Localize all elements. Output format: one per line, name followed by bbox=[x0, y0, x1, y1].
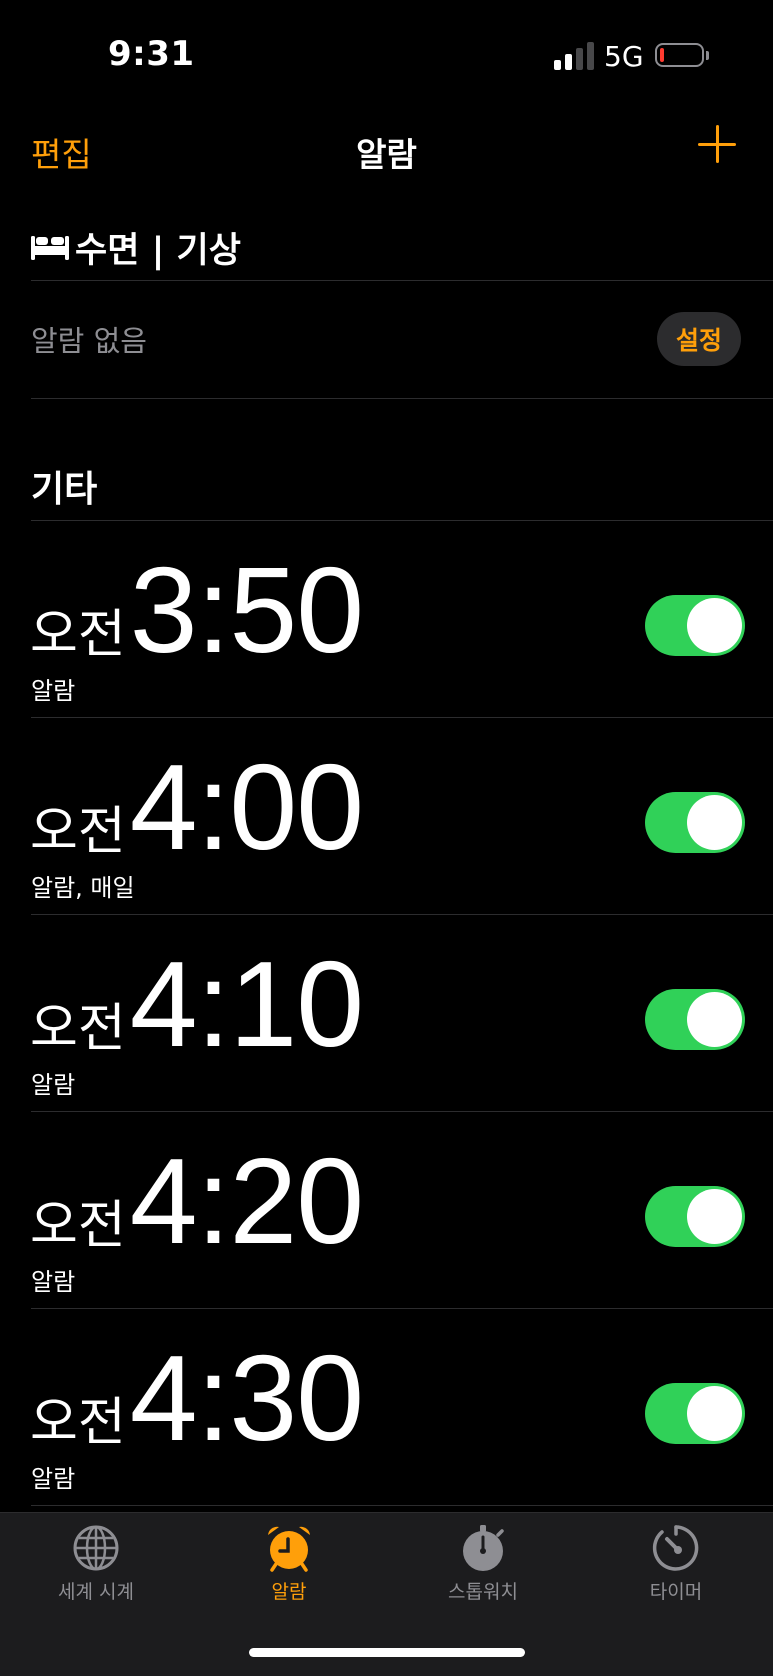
sleep-section-header: 수면 | 기상 bbox=[31, 222, 241, 272]
alarm-clock-icon bbox=[268, 1526, 310, 1572]
bed-icon bbox=[31, 236, 69, 260]
alarm-row[interactable]: 오전 4:20 알람 bbox=[0, 1112, 773, 1309]
status-time: 9:31 bbox=[108, 34, 195, 74]
alarm-label: 알람 bbox=[31, 677, 76, 705]
page-title: 알람 bbox=[356, 135, 417, 174]
timer-icon bbox=[652, 1525, 699, 1571]
alarm-label: 알람 bbox=[31, 1071, 76, 1099]
alarm-time: 오전 3:50 bbox=[30, 542, 364, 678]
stopwatch-icon bbox=[463, 1525, 504, 1571]
alarm-toggle[interactable] bbox=[645, 792, 745, 853]
tab-alarm[interactable]: 알람 bbox=[209, 1523, 369, 1604]
battery-icon bbox=[655, 43, 704, 67]
battery-nub bbox=[706, 51, 709, 60]
network-type: 5G bbox=[604, 40, 644, 73]
divider bbox=[31, 1505, 773, 1506]
toggle-knob bbox=[687, 598, 742, 653]
toggle-knob bbox=[687, 1386, 742, 1441]
tab-label: 알람 bbox=[271, 1581, 307, 1603]
alarm-row[interactable]: 오전 4:00 알람, 매일 bbox=[0, 718, 773, 915]
status-bar: 9:31 5G bbox=[0, 0, 773, 110]
plus-icon[interactable] bbox=[698, 125, 738, 165]
alarm-time: 오전 4:00 bbox=[30, 739, 364, 875]
alarm-clock-time: 4:30 bbox=[129, 1330, 364, 1466]
alarm-toggle[interactable] bbox=[645, 595, 745, 656]
toggle-knob bbox=[687, 992, 742, 1047]
alarm-ampm: 오전 bbox=[30, 605, 126, 665]
divider bbox=[31, 280, 773, 281]
alarm-clock-time: 4:10 bbox=[129, 936, 364, 1072]
alarm-clock-time: 4:00 bbox=[129, 739, 364, 875]
edit-button[interactable]: 편집 bbox=[31, 128, 92, 176]
alarm-toggle[interactable] bbox=[645, 1186, 745, 1247]
tab-world-clock[interactable]: 세계 시계 bbox=[16, 1523, 176, 1604]
globe-icon bbox=[73, 1525, 119, 1571]
tab-stopwatch[interactable]: 스톱워치 bbox=[403, 1523, 563, 1604]
alarm-toggle[interactable] bbox=[645, 989, 745, 1050]
alarm-row[interactable]: 오전 4:30 알람 bbox=[0, 1309, 773, 1506]
alarm-ampm: 오전 bbox=[30, 999, 126, 1059]
no-alarm-text: 알람 없음 bbox=[31, 324, 147, 358]
other-section-title: 기타 bbox=[31, 469, 98, 510]
toggle-knob bbox=[687, 795, 742, 850]
alarm-label: 알람 bbox=[31, 1268, 76, 1296]
battery-level bbox=[660, 48, 664, 62]
tab-label: 타이머 bbox=[649, 1581, 703, 1603]
alarm-time: 오전 4:10 bbox=[30, 936, 364, 1072]
alarm-row[interactable]: 오전 4:10 알람 bbox=[0, 915, 773, 1112]
alarm-ampm: 오전 bbox=[30, 802, 126, 862]
setup-button[interactable]: 설정 bbox=[657, 312, 741, 366]
divider bbox=[31, 398, 773, 399]
cellular-signal-icon bbox=[554, 42, 594, 70]
alarm-clock-time: 3:50 bbox=[129, 542, 364, 678]
tab-timer[interactable]: 타이머 bbox=[596, 1523, 756, 1604]
tab-label: 스톱워치 bbox=[448, 1581, 518, 1603]
sleep-section-title: 수면 | 기상 bbox=[75, 230, 241, 271]
alarm-toggle[interactable] bbox=[645, 1383, 745, 1444]
alarm-clock-time: 4:20 bbox=[129, 1133, 364, 1269]
alarm-time: 오전 4:20 bbox=[30, 1133, 364, 1269]
toggle-knob bbox=[687, 1189, 742, 1244]
alarm-label: 알람 bbox=[31, 1465, 76, 1493]
alarm-ampm: 오전 bbox=[30, 1393, 126, 1453]
alarm-label: 알람, 매일 bbox=[31, 874, 135, 902]
navigation-bar: 알람 편집 bbox=[0, 110, 773, 190]
alarm-row[interactable]: 오전 3:50 알람 bbox=[0, 521, 773, 718]
home-indicator[interactable] bbox=[249, 1648, 525, 1657]
alarm-ampm: 오전 bbox=[30, 1196, 126, 1256]
alarm-time: 오전 4:30 bbox=[30, 1330, 364, 1466]
tab-label: 세계 시계 bbox=[58, 1581, 134, 1603]
